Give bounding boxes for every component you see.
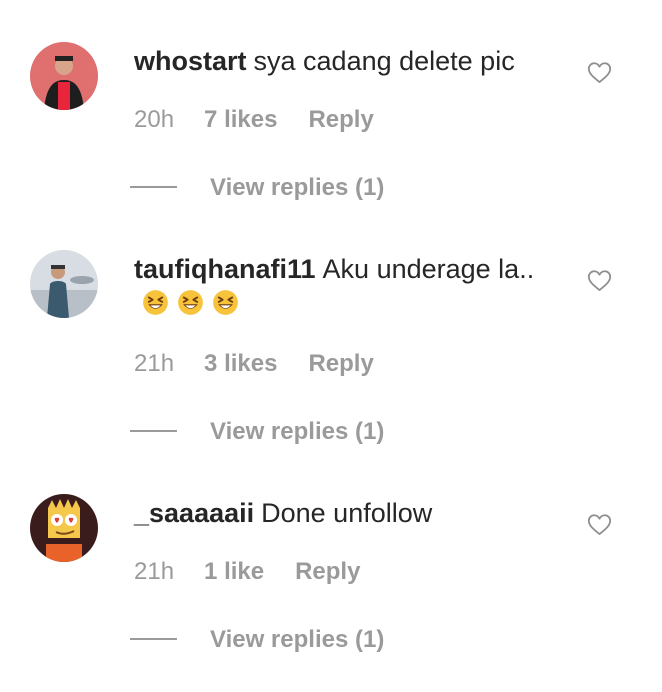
comment-likes-count[interactable]: 7 likes [204,105,277,135]
comment-text: whostart sya cadang delete pic [134,44,554,78]
comment-text: _saaaaaii Done unfollow [134,496,554,530]
view-replies-label: View replies (1) [210,418,385,445]
comment-body: Done unfollow [261,498,433,528]
view-replies-label: View replies (1) [210,174,385,201]
grinning-squinting-face-icon [212,289,239,316]
like-heart-icon[interactable] [586,59,613,86]
view-replies-button[interactable]: View replies (1) [130,417,384,447]
avatar[interactable] [30,250,98,318]
avatar-cartoon-character-icon [30,494,98,562]
replies-divider-line [130,429,177,432]
view-replies-button[interactable]: View replies (1) [130,625,384,655]
comment-timestamp[interactable]: 20h [134,105,174,135]
comment-text: taufiqhanafi11 Aku underage la.. [134,252,554,320]
view-replies-button[interactable]: View replies (1) [130,173,384,203]
reply-button[interactable]: Reply [308,105,373,135]
replies-divider-line [130,185,177,188]
like-heart-icon[interactable] [586,267,613,294]
comment-username[interactable]: whostart [134,46,247,76]
avatar[interactable] [30,494,98,562]
comment-timestamp[interactable]: 21h [134,557,174,587]
comment-likes-count[interactable]: 1 like [204,557,264,587]
comment-meta: 20h 7 likes Reply [134,105,374,135]
comment-body: sya cadang delete pic [253,46,515,76]
replies-divider-line [130,637,177,640]
comment-username[interactable]: _saaaaaii [134,498,254,528]
avatar-person-airfield-icon [30,250,98,318]
comment-meta: 21h 1 like Reply [134,557,360,587]
reply-button[interactable]: Reply [308,349,373,379]
comment-timestamp[interactable]: 21h [134,349,174,379]
view-replies-label: View replies (1) [210,626,385,653]
avatar-person-red-shirt-icon [30,42,98,110]
like-heart-icon[interactable] [586,511,613,538]
comment-meta: 21h 3 likes Reply [134,349,374,379]
grinning-squinting-face-icon [177,289,204,316]
avatar[interactable] [30,42,98,110]
reply-button[interactable]: Reply [295,557,360,587]
comment-likes-count[interactable]: 3 likes [204,349,277,379]
comment-username[interactable]: taufiqhanafi11 [134,254,316,284]
comment-body: Aku underage la.. [322,254,535,284]
grinning-squinting-face-icon [142,289,169,316]
